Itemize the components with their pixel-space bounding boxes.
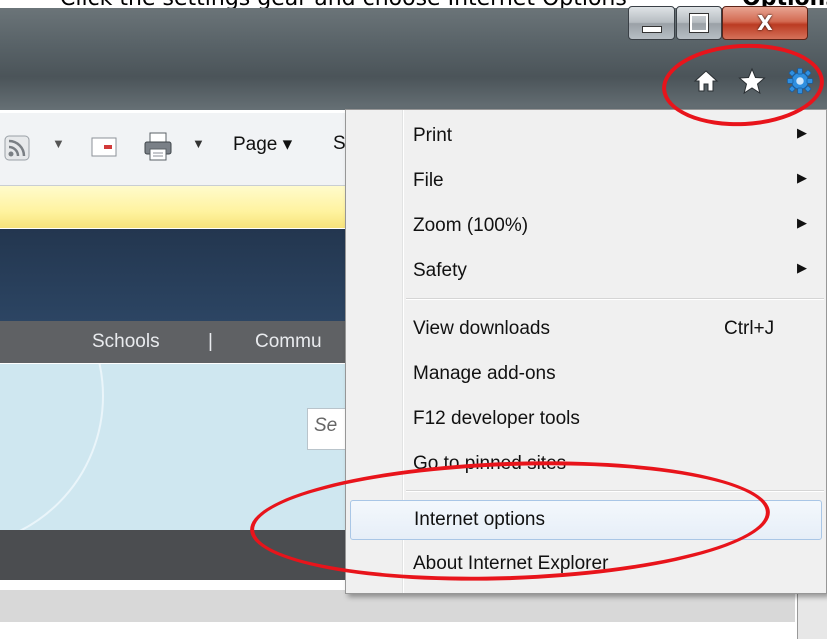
print-dropdown-arrow[interactable]: ▼ <box>192 136 205 151</box>
menu-item-safety[interactable]: Safety ▶ <box>350 252 822 292</box>
print-icon[interactable] <box>142 131 174 163</box>
menu-item-label: Manage add-ons <box>413 363 556 384</box>
site-footer-bar <box>0 530 345 580</box>
menu-item-label: About Internet Explorer <box>413 553 609 574</box>
menu-item-view-downloads[interactable]: View downloads Ctrl+J <box>350 310 822 350</box>
star-icon[interactable] <box>738 66 766 96</box>
menu-item-file[interactable]: File ▶ <box>350 162 822 202</box>
menu-item-label: F12 developer tools <box>413 408 580 429</box>
decorative-arc <box>0 364 104 530</box>
home-icon[interactable] <box>692 66 720 96</box>
tools-menu: Print ▶ File ▶ Zoom (100%) ▶ Safety ▶ Vi… <box>345 109 827 594</box>
feed-dropdown-arrow[interactable]: ▼ <box>52 136 65 151</box>
menu-item-label: Safety <box>413 260 467 281</box>
site-banner <box>0 229 345 321</box>
maximize-icon <box>689 13 709 33</box>
menu-item-manage-add-ons[interactable]: Manage add-ons <box>350 355 822 395</box>
gear-icon[interactable] <box>786 66 814 96</box>
menu-item-label: Print <box>413 125 453 146</box>
menu-item-shortcut: Ctrl+J <box>724 318 775 339</box>
menu-item-pinned-sites[interactable]: Go to pinned sites <box>350 445 822 485</box>
menu-item-label: View downloads <box>413 318 550 339</box>
scrollbar[interactable] <box>797 590 827 639</box>
search-placeholder: Se <box>314 415 338 436</box>
menu-item-label: Go to pinned sites <box>413 453 567 474</box>
notification-bar <box>0 186 345 228</box>
safety-menu-button[interactable]: S <box>333 133 346 155</box>
rss-icon[interactable] <box>4 135 30 161</box>
page-menu-button[interactable]: Page ▾ <box>233 133 292 156</box>
minimize-button[interactable] <box>628 6 675 40</box>
submenu-arrow-icon: ▶ <box>797 215 807 230</box>
maximize-button[interactable] <box>676 6 722 40</box>
mail-icon[interactable] <box>91 137 117 157</box>
menu-separator <box>406 298 824 300</box>
status-bar <box>0 590 795 622</box>
menu-item-zoom[interactable]: Zoom (100%) ▶ <box>350 207 822 247</box>
close-button[interactable]: X <box>722 6 808 40</box>
menu-item-internet-options[interactable]: Internet options <box>350 500 822 540</box>
submenu-arrow-icon: ▶ <box>797 125 807 140</box>
nav-separator: | <box>208 331 213 352</box>
menu-item-label: File <box>413 170 444 191</box>
menu-item-developer-tools[interactable]: F12 developer tools <box>350 400 822 440</box>
menu-item-label: Zoom (100%) <box>413 215 529 236</box>
submenu-arrow-icon: ▶ <box>797 170 807 185</box>
menu-item-about[interactable]: About Internet Explorer <box>350 545 822 585</box>
site-content <box>0 364 345 530</box>
nav-link-community[interactable]: Commu <box>255 331 322 353</box>
menu-item-print[interactable]: Print ▶ <box>350 117 822 157</box>
menu-item-label: Internet options <box>414 509 545 530</box>
menu-separator <box>406 490 824 492</box>
nav-link-schools[interactable]: Schools <box>92 331 160 353</box>
close-icon: X <box>757 11 773 35</box>
submenu-arrow-icon: ▶ <box>797 260 807 275</box>
minimize-icon <box>641 25 662 33</box>
caption-text: Click the settings gear and choose Inter… <box>60 0 627 8</box>
